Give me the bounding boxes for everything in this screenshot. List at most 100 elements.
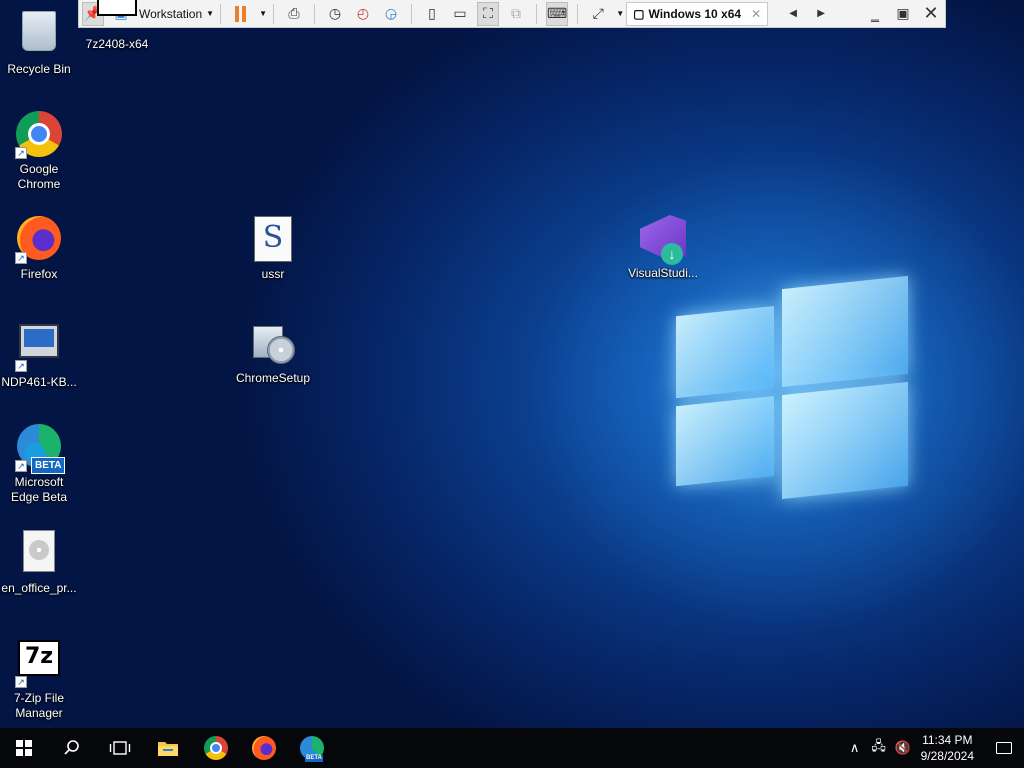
download-arrow-icon: ↓ <box>661 243 683 265</box>
beta-badge: BETA <box>305 755 323 762</box>
send-ctrl-alt-del-icon[interactable]: ⎙ <box>283 2 305 26</box>
script-file-icon: S <box>249 216 297 264</box>
vm-tab[interactable]: ▢ Windows 10 x64 ✕ <box>626 1 769 26</box>
desktop-icon-7zip-manager[interactable]: 7z ↗ 7-Zip File Manager <box>0 634 78 721</box>
start-button[interactable] <box>0 728 48 768</box>
taskbar-file-explorer[interactable] <box>144 728 192 768</box>
chevron-down-icon[interactable]: ▼ <box>259 9 267 18</box>
network-icon[interactable]: 🖧 <box>867 737 891 759</box>
desktop-icon-label: VisualStudi... <box>628 266 698 280</box>
window-controls: ‗ ▣ ✕ <box>861 2 945 26</box>
visual-studio-installer-icon: ↓ <box>639 215 687 265</box>
clock-date: 9/28/2024 <box>920 749 974 763</box>
desktop-icon-edge-beta[interactable]: BETA ↗ Microsoft Edge Beta <box>0 422 78 505</box>
system-tray: ∧ 🖧 🔇 11:34 PM 9/28/2024 <box>843 728 1024 768</box>
shortcut-arrow-icon: ↗ <box>15 676 27 688</box>
toolbar-divider <box>410 3 412 24</box>
toolbar-divider <box>535 3 537 24</box>
chevron-down-icon[interactable]: ▼ <box>206 9 214 18</box>
desktop-icon-label: Firefox <box>20 267 58 281</box>
desktop-icon-ussr[interactable]: S ussr <box>234 214 312 282</box>
edge-beta-icon: BETA <box>300 736 324 762</box>
desktop-icon-ndp461[interactable]: ↗ NDP461-KB... <box>0 318 78 390</box>
clock-time: 11:34 PM <box>922 733 973 747</box>
desktop-icon-chrome-setup[interactable]: ChromeSetup <box>234 318 312 386</box>
desktop-icon-label: ussr <box>261 267 285 281</box>
console-view-icon[interactable]: ⌨ <box>545 1 569 26</box>
chrome-icon <box>204 736 228 760</box>
clock[interactable]: 11:34 PM 9/28/2024 <box>915 732 984 764</box>
pause-icon <box>235 5 247 22</box>
unity-icon[interactable]: ⧉ <box>505 2 527 26</box>
vm-tab-icon: ▢ <box>633 6 645 21</box>
taskbar: BETA ∧ 🖧 🔇 11:34 PM 9/28/2024 <box>0 728 1024 768</box>
snapshot-manager-icon[interactable]: ◶ <box>380 2 402 26</box>
taskbar-edge-beta[interactable]: BETA <box>288 728 336 768</box>
revert-snapshot-icon[interactable]: ◴ <box>352 2 374 26</box>
desktop-icon-label: Google <box>19 162 59 176</box>
volume-muted-icon[interactable]: 🔇 <box>891 740 915 756</box>
desktop-icon-office-image[interactable]: en_office_pr... <box>0 526 78 596</box>
beta-badge: BETA <box>31 457 66 474</box>
taskbar-chrome[interactable] <box>192 728 240 768</box>
desktop-icon-label: Manager <box>15 706 63 720</box>
toolbar-divider <box>272 3 274 24</box>
shortcut-arrow-icon: ↗ <box>15 252 27 264</box>
desktop-icon-label: Edge Beta <box>10 490 68 504</box>
folder-icon <box>158 742 178 756</box>
wallpaper-pane <box>782 275 908 388</box>
windows-wallpaper-logo <box>674 257 912 514</box>
desktop-icon-label: en_office_pr... <box>1 581 77 595</box>
pause-vm-button[interactable] <box>230 2 252 26</box>
desktop-icon-label: Chrome <box>17 177 61 191</box>
7zip-installer-icon <box>93 0 141 34</box>
chevron-up-icon[interactable]: ∧ <box>843 740 867 756</box>
toolbar-divider <box>220 3 222 24</box>
show-library-icon[interactable]: ▯ <box>421 2 443 26</box>
search-icon <box>64 740 79 755</box>
close-tab-icon[interactable]: ✕ <box>751 7 761 21</box>
shortcut-arrow-icon: ↗ <box>15 147 27 159</box>
desktop-icon-firefox[interactable]: ↗ Firefox <box>0 214 78 282</box>
windows-start-icon <box>16 740 32 756</box>
desktop-icon-visual-studio[interactable]: ↓ VisualStudi... <box>624 214 702 281</box>
firefox-icon <box>252 736 276 760</box>
desktop-icon-7z-installer[interactable]: 7z2408-x64 <box>78 0 156 52</box>
task-view-button[interactable] <box>96 728 144 768</box>
disc-image-file-icon <box>15 530 63 578</box>
minimize-icon[interactable]: ‗ <box>864 2 886 26</box>
toolbar-divider <box>313 3 315 24</box>
taskbar-firefox[interactable] <box>240 728 288 768</box>
shortcut-arrow-icon: ↗ <box>15 460 27 472</box>
recycle-bin-icon <box>15 11 63 59</box>
take-snapshot-icon[interactable]: ◷ <box>324 2 346 26</box>
chrome-icon: ↗ <box>15 111 63 159</box>
desktop-icon-google-chrome[interactable]: ↗ Google Chrome <box>0 110 78 192</box>
desktop-icon-label: 7-Zip File <box>13 691 64 705</box>
action-center-button[interactable] <box>984 728 1024 768</box>
shortcut-arrow-icon: ↗ <box>15 360 27 372</box>
toolbar-divider <box>577 3 579 24</box>
vmware-toolbar: 📌 ▣ Workstation ▼ ▼ ⎙ ◷ ◴ ◶ ▯ ▭ ⛶ ⧉ ⌨ ⤢ … <box>78 0 946 28</box>
close-icon[interactable]: ✕ <box>920 2 942 26</box>
chevron-down-icon[interactable]: ▼ <box>616 9 624 18</box>
desktop-icon-label: ChromeSetup <box>235 371 311 385</box>
wallpaper-pane <box>676 395 774 487</box>
wallpaper-pane <box>676 305 774 399</box>
tab-prev-icon[interactable]: ◀ <box>782 2 804 26</box>
installer-icon: ↗ <box>15 324 63 372</box>
firefox-icon: ↗ <box>15 216 63 264</box>
search-button[interactable] <box>48 728 96 768</box>
desktop-icon-label: Microsoft <box>14 475 64 489</box>
edge-beta-icon: BETA ↗ <box>15 424 66 474</box>
desktop-icon-label: 7z2408-x64 <box>85 37 149 51</box>
desktop-icon-recycle-bin[interactable]: Recycle Bin <box>0 6 78 77</box>
notification-icon <box>996 742 1012 754</box>
task-view-icon <box>109 741 131 755</box>
thumbnail-bar-icon[interactable]: ▭ <box>449 2 471 26</box>
tab-next-icon[interactable]: ▶ <box>810 2 832 26</box>
stretch-guest-icon[interactable]: ⤢ <box>587 2 609 26</box>
setup-installer-icon <box>249 320 297 368</box>
full-screen-icon[interactable]: ⛶ <box>476 1 499 26</box>
restore-icon[interactable]: ▣ <box>892 2 914 26</box>
